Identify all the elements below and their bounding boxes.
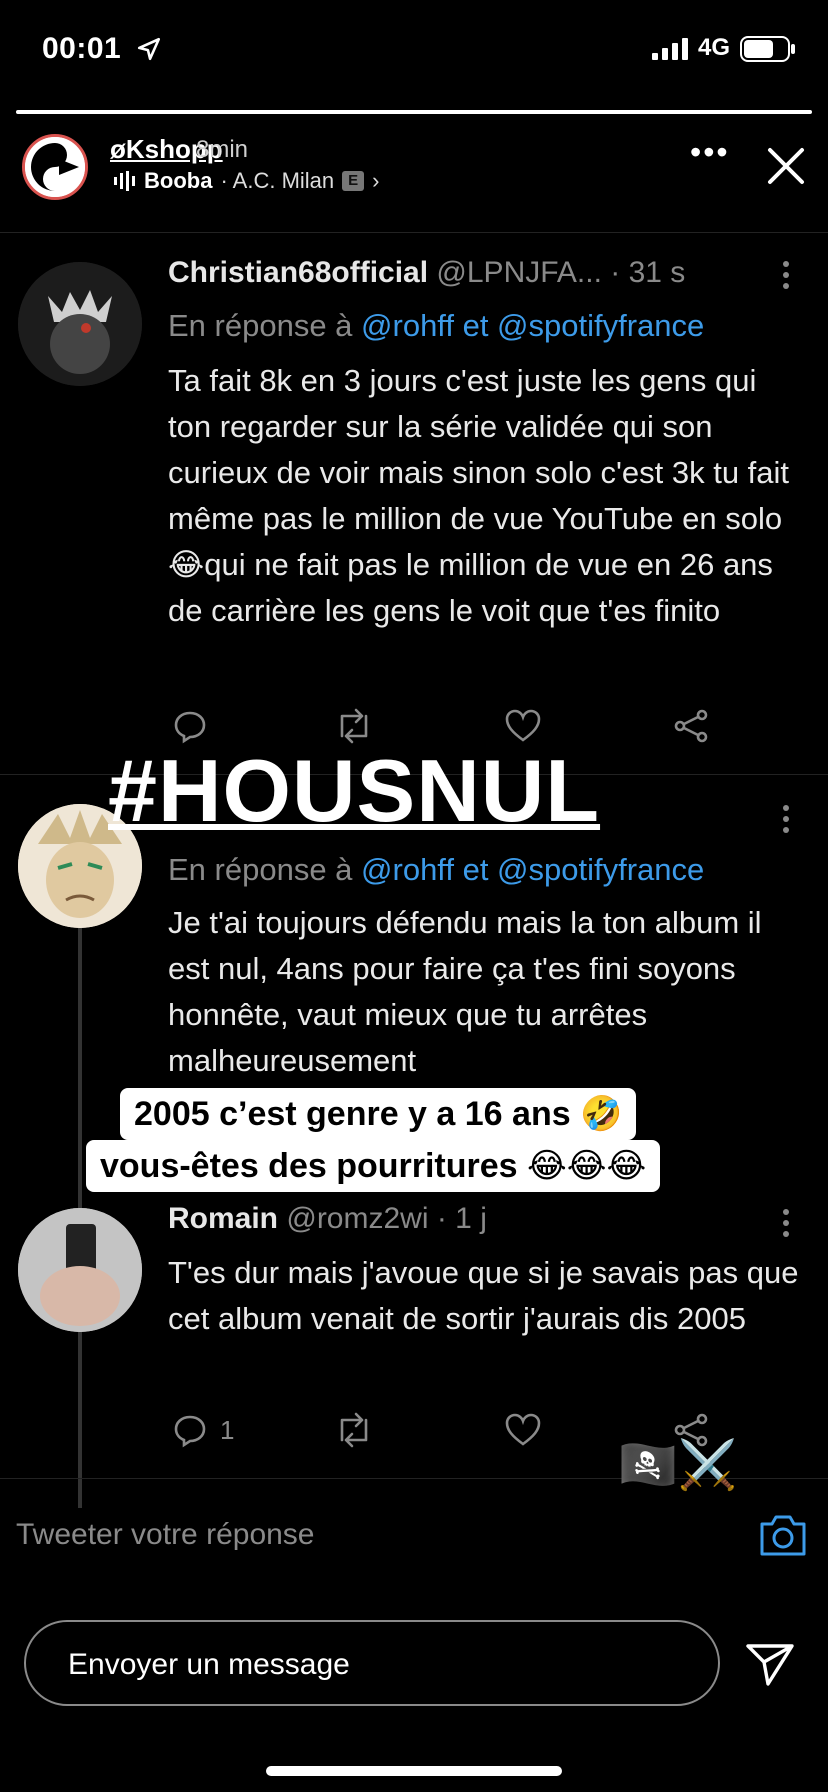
chevron-right-icon: › <box>372 168 380 193</box>
reply-icon <box>174 1415 206 1448</box>
reply-icon <box>174 711 206 744</box>
reply-count: 1 <box>220 1414 235 1445</box>
tweet-avatar[interactable] <box>18 1208 142 1332</box>
reply-prefix: En réponse à <box>168 308 362 343</box>
tweet-1: Christian68official @LPNJFA... · 31 s En… <box>0 232 828 772</box>
battery-icon <box>740 36 795 62</box>
kebab-menu-icon[interactable] <box>782 260 790 290</box>
retweet-icon <box>340 708 368 744</box>
reply-button[interactable]: 1 <box>172 1410 234 1450</box>
network-type: 4G <box>698 34 731 61</box>
story-progress-bar <box>16 110 812 114</box>
kebab-menu-icon[interactable] <box>782 1208 790 1238</box>
share-button[interactable] <box>672 706 710 746</box>
status-bar: 00:01 4G <box>0 0 828 100</box>
message-placeholder: Envoyer un message <box>68 1648 350 1681</box>
avatar-image <box>18 1208 142 1332</box>
user-avatar[interactable] <box>22 134 88 200</box>
tweet-body: Je t'ai toujours défendu mais la ton alb… <box>168 905 762 1078</box>
tweet-body: T'es dur mais j'avoue que si je savais p… <box>168 1255 799 1336</box>
caption-line-2: vous-êtes des pourritures 😂😂😂 <box>86 1140 661 1192</box>
tweet-header: Romain @romz2wi · 1 j <box>168 1202 487 1236</box>
tweet-time: · 31 s <box>610 256 686 289</box>
explicit-badge: E <box>342 171 365 191</box>
location-arrow-icon <box>137 37 161 61</box>
avatar-logo-icon <box>25 137 85 197</box>
audio-bars-icon <box>114 171 135 191</box>
home-indicator <box>266 1766 562 1776</box>
camera-icon <box>760 1515 806 1556</box>
more-options-button[interactable]: ••• <box>690 136 730 168</box>
tweet-author-name[interactable]: Christian68official <box>168 256 428 289</box>
tweet-header: Christian68official @LPNJFA... · 31 s <box>168 256 685 290</box>
story-music-info[interactable]: Booba · A.C. Milan E › <box>114 168 379 194</box>
signal-icon <box>652 38 688 60</box>
heart-icon <box>505 709 541 742</box>
tweet-body: Ta fait 8k en 3 jours c'est juste les ge… <box>168 363 790 628</box>
send-message-input[interactable]: Envoyer un message <box>24 1620 720 1706</box>
pirate-flag-swords-sticker: 🏴‍☠️⚔️ <box>618 1439 738 1492</box>
close-icon[interactable] <box>764 144 808 188</box>
avatar-image <box>18 262 142 386</box>
status-time: 00:01 <box>42 32 122 65</box>
hashtag-overlay: #HOUSNUL <box>108 741 601 840</box>
tweet-author-name[interactable]: Romain <box>168 1202 278 1235</box>
tweet-3: Romain @romz2wi · 1 j T'es dur mais j'av… <box>0 1196 828 1476</box>
kebab-menu-icon[interactable] <box>782 804 790 834</box>
tweet-reply-field: Tweeter votre réponse <box>16 1518 315 1551</box>
tweet-author-handle: @romz2wi <box>286 1202 429 1235</box>
retweet-button[interactable] <box>334 1410 374 1450</box>
retweet-icon <box>340 1412 368 1448</box>
music-song: · A.C. Milan <box>220 168 335 193</box>
heart-icon <box>505 1413 541 1446</box>
like-button[interactable] <box>504 1410 542 1450</box>
caption-line-1: 2005 c’est genre y a 16 ans 🤣 <box>120 1088 637 1140</box>
music-artist: Booba <box>144 168 213 193</box>
story-time-ago: 8min <box>196 136 249 163</box>
tweet-author-handle: @LPNJFA... <box>436 256 602 289</box>
tweet-reply-to: En réponse à @rohff et @spotifyfrance <box>168 308 704 344</box>
send-paper-plane-icon[interactable] <box>744 1640 796 1688</box>
tweet-reply-to: En réponse à @rohff et @spotifyfrance <box>168 852 704 888</box>
tweet-time: · 1 j <box>436 1202 487 1235</box>
tweet-avatar[interactable] <box>18 262 142 386</box>
story-progress-fill <box>16 110 812 114</box>
reply-prefix: En réponse à <box>168 852 362 887</box>
reply-mentions[interactable]: @rohff et @spotifyfrance <box>361 852 704 887</box>
story-header: øKshopp 8min Booba · A.C. Milan E › ••• <box>0 120 828 220</box>
share-icon <box>674 709 708 743</box>
reply-mentions[interactable]: @rohff et @spotifyfrance <box>361 308 704 343</box>
